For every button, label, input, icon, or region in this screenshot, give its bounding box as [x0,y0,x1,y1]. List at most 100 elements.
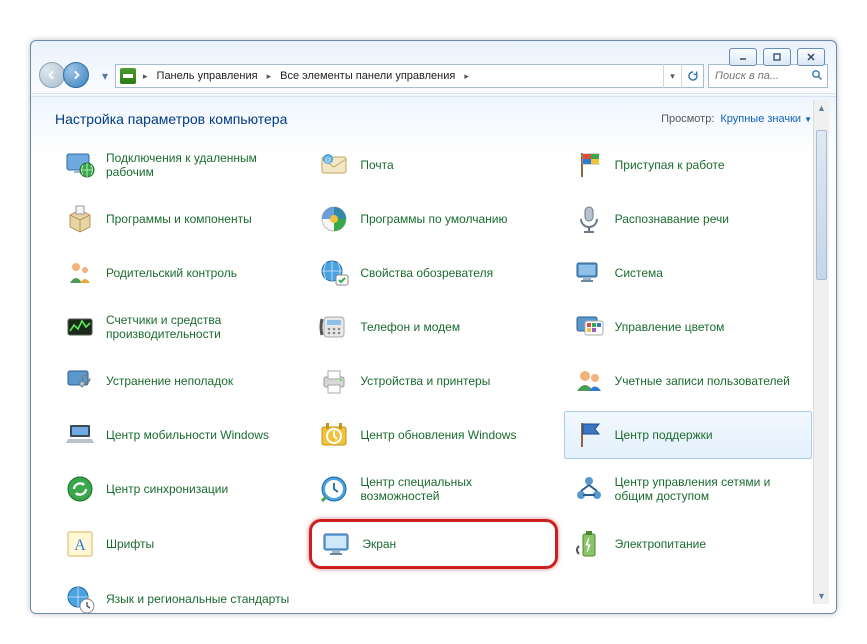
cp-item-label: Управление цветом [615,320,725,334]
cp-item-label: Центр специальных возможностей [360,475,550,504]
computer-icon [571,255,607,291]
control-panel-items-grid: Подключения к удаленным рабочим @ Почта При… [55,141,812,613]
refresh-button[interactable] [681,64,703,88]
envelope-icon: @ [316,147,352,183]
cp-item-parental-controls[interactable]: Родительский контроль [55,249,303,297]
cp-item-action-center[interactable]: Центр поддержки [564,411,812,459]
control-panel-icon [120,68,136,84]
cp-item-power-options[interactable]: Электропитание [564,519,812,569]
box-icon [62,201,98,237]
mic-icon [571,201,607,237]
cp-item-default-programs[interactable]: Программы по умолчанию [309,195,557,243]
cp-item-fonts[interactable]: AШрифты [55,519,303,569]
cp-item-label: Центр мобильности Windows [106,428,269,442]
cp-item-system[interactable]: Система [564,249,812,297]
cp-item-label: Счетчики и средства производительности [106,313,296,342]
minimize-button[interactable] [729,48,757,66]
cp-item-color-management[interactable]: Управление цветом [564,303,812,351]
maximize-button[interactable] [763,48,791,66]
scrollbar-thumb[interactable] [816,130,827,280]
view-mode-dropdown[interactable]: Крупные значки▼ [720,113,812,125]
cp-item-label: Язык и региональные стандарты [106,592,289,606]
search-icon[interactable] [811,69,823,84]
monitor-icon [318,526,354,562]
cp-item-ease-of-access[interactable]: Центр специальных возможностей [309,465,557,513]
view-label: Просмотр: [661,113,714,125]
cp-item-phone-modem[interactable]: Телефон и модем [309,303,557,351]
update-icon [316,417,352,453]
phone-icon [316,309,352,345]
cp-item-user-accounts[interactable]: Учетные записи пользователей [564,357,812,405]
cp-item-remote-connections[interactable]: Подключения к удаленным рабочим [55,141,303,189]
address-bar[interactable]: ▸ Панель управления ▸ Все элементы панел… [115,64,704,88]
breadcrumb-root[interactable]: Панель управления [151,65,264,87]
cp-item-devices-printers[interactable]: Устройства и принтеры [309,357,557,405]
cp-item-windows-update[interactable]: Центр обновления Windows [309,411,557,459]
cp-item-label: Подключения к удаленным рабочим [106,151,296,180]
chevron-down-icon: ▼ [804,115,812,124]
battery-icon [571,526,607,562]
view-picker: Просмотр: Крупные значки▼ [661,113,812,125]
palette-icon [571,309,607,345]
cp-item-display[interactable]: Экран [309,519,557,569]
screen-globe-icon [62,147,98,183]
cp-item-label: Программы и компоненты [106,212,252,226]
clock-access-icon [316,471,352,507]
cp-item-getting-started[interactable]: Приступая к работе [564,141,812,189]
network-icon [571,471,607,507]
cp-item-label: Распознавание речи [615,212,729,226]
cp-item-label: Телефон и модем [360,320,460,334]
close-button[interactable] [797,48,825,66]
cp-item-troubleshooting[interactable]: Устранение неполадок [55,357,303,405]
svg-text:@: @ [325,157,332,164]
breadcrumb-current[interactable]: Все элементы панели управления [274,65,461,87]
page-title: Настройка параметров компьютера [55,111,287,127]
cp-item-label: Свойства обозревателя [360,266,493,280]
cp-item-label: Устранение неполадок [106,374,233,388]
nav-forward-button[interactable] [63,62,89,88]
cp-item-label: Экран [362,537,396,551]
cp-item-internet-options[interactable]: Свойства обозревателя [309,249,557,297]
cp-item-label: Центр поддержки [615,428,713,442]
cp-item-region-language[interactable]: Язык и региональные стандарты [55,575,303,613]
scroll-down-button[interactable]: ▼ [814,588,829,604]
navigation-bar: ▾ ▸ Панель управления ▸ Все элементы пан… [31,59,836,93]
breadcrumb-chevron-icon[interactable]: ▸ [264,65,275,87]
perf-icon [62,309,98,345]
cp-item-label: Центр управления сетями и общим доступом [615,475,805,504]
breadcrumb-chevron-icon[interactable]: ▸ [461,65,472,87]
search-input[interactable] [713,69,807,83]
cp-item-sync-center[interactable]: Центр синхронизации [55,465,303,513]
cp-item-label: Центр обновления Windows [360,428,516,442]
wrench-icon [62,363,98,399]
address-bar-dropdown[interactable]: ▾ [663,64,681,88]
cp-item-label: Электропитание [615,537,706,551]
cp-item-label: Система [615,266,663,280]
cp-item-speech-recognition[interactable]: Распознавание речи [564,195,812,243]
cp-item-performance-counters[interactable]: Счетчики и средства производительности [55,303,303,351]
nav-back-button[interactable] [39,62,65,88]
cp-item-label: Учетные записи пользователей [615,374,790,388]
cp-item-label: Родительский контроль [106,266,237,280]
flag-icon [571,417,607,453]
laptop-icon [62,417,98,453]
scrollbar[interactable]: ▲ ▼ [813,100,829,604]
scroll-up-button[interactable]: ▲ [814,100,829,116]
cp-item-label: Устройства и принтеры [360,374,490,388]
cp-item-programs-features[interactable]: Программы и компоненты [55,195,303,243]
globe-check-icon [316,255,352,291]
cp-item-network-sharing[interactable]: Центр управления сетями и общим доступом [564,465,812,513]
cp-item-label: Почта [360,158,393,172]
globe-clock-icon [62,581,98,613]
printer-icon [316,363,352,399]
nav-history-dropdown[interactable]: ▾ [99,69,111,83]
cp-item-label: Приступая к работе [615,158,725,172]
app-default-icon [316,201,352,237]
flag-color-icon [571,147,607,183]
cp-item-mail[interactable]: @ Почта [309,141,557,189]
search-box[interactable] [708,64,828,88]
svg-text:A: A [74,537,86,554]
cp-item-mobility-center[interactable]: Центр мобильности Windows [55,411,303,459]
sync-icon [62,471,98,507]
breadcrumb-chevron-icon[interactable]: ▸ [140,65,151,87]
